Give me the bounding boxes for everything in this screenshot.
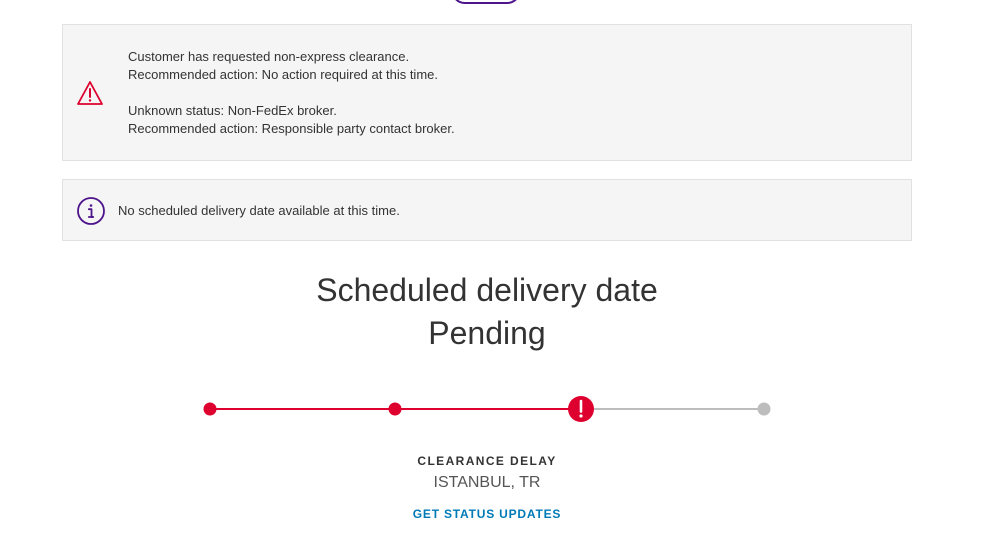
progress-step-pending bbox=[757, 402, 771, 416]
get-status-updates-label[interactable]: GET STATUS UPDATES bbox=[413, 507, 561, 521]
clearance-alert-line: Customer has requested non-express clear… bbox=[128, 49, 410, 64]
delivery-info-alert: No scheduled delivery date available at … bbox=[62, 179, 912, 241]
progress-step-complete bbox=[203, 402, 217, 416]
delivery-info-text: No scheduled delivery date available at … bbox=[118, 203, 400, 218]
clearance-alert-line: Unknown status: Non-FedEx broker. bbox=[128, 103, 337, 118]
clearance-alert-text: Customer has requested non-express clear… bbox=[128, 48, 455, 138]
progress-step-exception bbox=[568, 396, 594, 422]
clearance-alert-line: Recommended action: Responsible party co… bbox=[128, 121, 455, 136]
clearance-alert-line: Recommended action: No action required a… bbox=[128, 67, 438, 82]
top-button[interactable] bbox=[451, 0, 521, 4]
status-label: CLEARANCE DELAY bbox=[417, 454, 557, 468]
shipment-progress-tracker bbox=[203, 396, 771, 422]
clearance-alert: Customer has requested non-express clear… bbox=[62, 24, 912, 161]
info-circle-icon bbox=[77, 197, 105, 225]
get-status-updates-link[interactable]: GET STATUS UPDATES bbox=[0, 507, 974, 521]
progress-step-complete bbox=[388, 402, 402, 416]
warning-triangle-icon bbox=[77, 81, 103, 105]
status-location: ISTANBUL, TR bbox=[433, 474, 541, 491]
delivery-status-value: Pending bbox=[428, 315, 546, 351]
alert-line-spacer bbox=[128, 84, 455, 102]
scheduled-delivery-title: Scheduled delivery date bbox=[316, 272, 658, 308]
